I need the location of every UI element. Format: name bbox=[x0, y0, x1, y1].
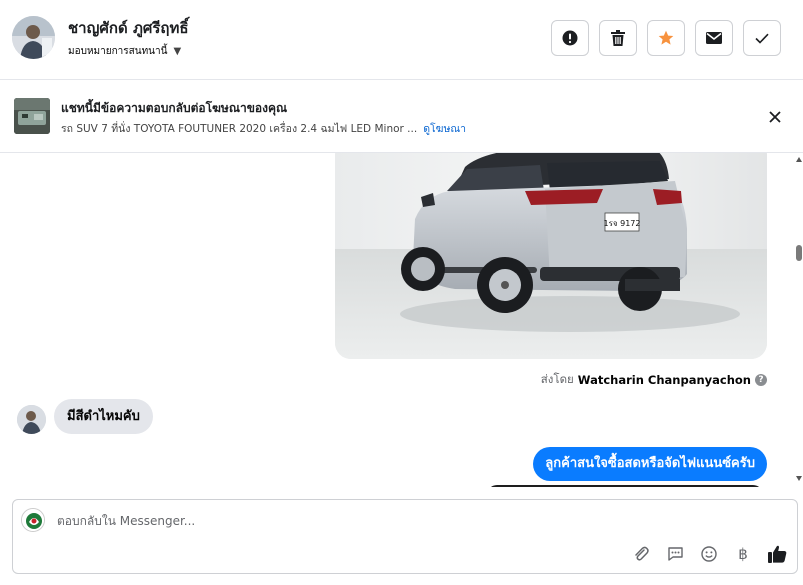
sender-name: Watcharin Chanpanyachon bbox=[577, 373, 751, 387]
help-icon[interactable]: ? bbox=[755, 374, 767, 386]
ad-reply-banner: แชทนี้มีข้อความตอบกลับต่อโฆษณาของคุณ รถ … bbox=[0, 81, 803, 153]
reply-input[interactable] bbox=[57, 512, 657, 530]
contact-name[interactable]: ชาญศักด์ ภูศรีฤทธิ์ bbox=[68, 16, 189, 40]
thumbs-up-icon bbox=[767, 545, 786, 563]
like-button[interactable] bbox=[767, 544, 787, 564]
star-button[interactable] bbox=[647, 20, 685, 56]
mark-done-button[interactable] bbox=[743, 20, 781, 56]
ad-banner-subtitle: รถ SUV 7 ที่นั่ง TOYOTA FOUTUNER 2020 เค… bbox=[61, 120, 466, 137]
composer-toolbar: ฿ bbox=[631, 544, 787, 564]
ad-banner-title: แชทนี้มีข้อความตอบกลับต่อโฆษณาของคุณ bbox=[61, 101, 288, 115]
assign-label: มอบหมายการสนทนานี้ bbox=[68, 46, 168, 57]
star-icon bbox=[658, 30, 674, 45]
payment-button[interactable]: ฿ bbox=[733, 544, 753, 564]
scroll-down-arrow[interactable] bbox=[796, 476, 802, 481]
view-ad-link[interactable]: ดูโฆษณา bbox=[423, 123, 466, 135]
message-thread[interactable]: 1รจ 9172 ส่งโดย Watcharin Chanpanyachon bbox=[0, 153, 803, 487]
reply-composer: ฿ bbox=[12, 499, 798, 574]
trash-icon bbox=[611, 30, 625, 46]
page-avatar bbox=[21, 508, 45, 532]
emoji-button[interactable] bbox=[699, 544, 719, 564]
car-photo-attachment[interactable]: 1รจ 9172 bbox=[335, 153, 767, 359]
delete-button[interactable] bbox=[599, 20, 637, 56]
check-icon bbox=[755, 33, 769, 44]
contact-avatar[interactable] bbox=[12, 16, 55, 59]
caret-down-icon: ▼ bbox=[173, 46, 182, 57]
mark-unread-button[interactable] bbox=[695, 20, 733, 56]
close-banner-button[interactable] bbox=[765, 107, 785, 127]
exclamation-icon bbox=[562, 30, 578, 46]
messenger-conversation-panel: ชาญศักด์ ภูศรีฤทธิ์ มอบหมายการสนทนานี้ ▼ bbox=[0, 0, 803, 585]
saved-replies-icon bbox=[667, 547, 683, 561]
conversation-header: ชาญศักด์ ภูศรีฤทธิ์ มอบหมายการสนทนานี้ ▼ bbox=[0, 0, 803, 80]
sent-by-label: ส่งโดย Watcharin Chanpanyachon ? bbox=[541, 371, 767, 389]
saved-replies-button[interactable] bbox=[665, 544, 685, 564]
ad-thumbnail[interactable] bbox=[14, 98, 50, 134]
header-actions bbox=[551, 20, 781, 56]
close-icon bbox=[769, 111, 781, 123]
chat-scrollbar[interactable] bbox=[795, 153, 803, 487]
baht-icon: ฿ bbox=[738, 545, 748, 563]
envelope-icon bbox=[706, 32, 722, 44]
attach-button[interactable] bbox=[631, 544, 651, 564]
mark-spam-button[interactable] bbox=[551, 20, 589, 56]
outgoing-message: ลูกค้าสนใจซื้อสดหรือจัดไฟแนนซ์ครับ bbox=[533, 447, 767, 481]
ad-description: รถ SUV 7 ที่นั่ง TOYOTA FOUTUNER 2020 เค… bbox=[61, 123, 418, 135]
license-plate-text: 1รจ 9172 bbox=[604, 219, 641, 228]
emoji-icon bbox=[701, 546, 717, 562]
incoming-message: มีสีดำไหมคับ bbox=[54, 399, 153, 434]
scrollbar-thumb[interactable] bbox=[796, 245, 802, 261]
scroll-up-arrow[interactable] bbox=[796, 157, 802, 162]
assign-conversation-dropdown[interactable]: มอบหมายการสนทนานี้ ▼ bbox=[68, 44, 181, 59]
sent-by-prefix: ส่งโดย bbox=[540, 372, 574, 386]
paperclip-icon bbox=[635, 546, 649, 561]
contact-avatar-small bbox=[17, 405, 46, 434]
outgoing-message-partial bbox=[487, 485, 763, 487]
